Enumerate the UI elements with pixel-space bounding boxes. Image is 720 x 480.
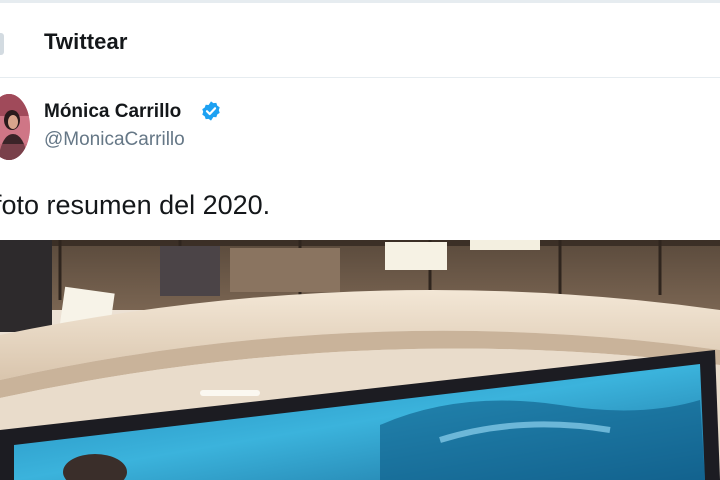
tweet-text: foto resumen del 2020. bbox=[0, 190, 271, 220]
author-handle[interactable]: @MonicaCarrillo bbox=[44, 129, 185, 151]
tweet-photo[interactable] bbox=[0, 240, 720, 480]
page-header: Twittear bbox=[0, 3, 720, 78]
verified-badge-icon bbox=[200, 100, 222, 122]
author-name[interactable]: Mónica Carrillo bbox=[44, 101, 181, 123]
page-title: Twittear bbox=[44, 29, 128, 54]
back-arrow-icon[interactable] bbox=[0, 33, 4, 55]
avatar[interactable] bbox=[0, 94, 30, 160]
